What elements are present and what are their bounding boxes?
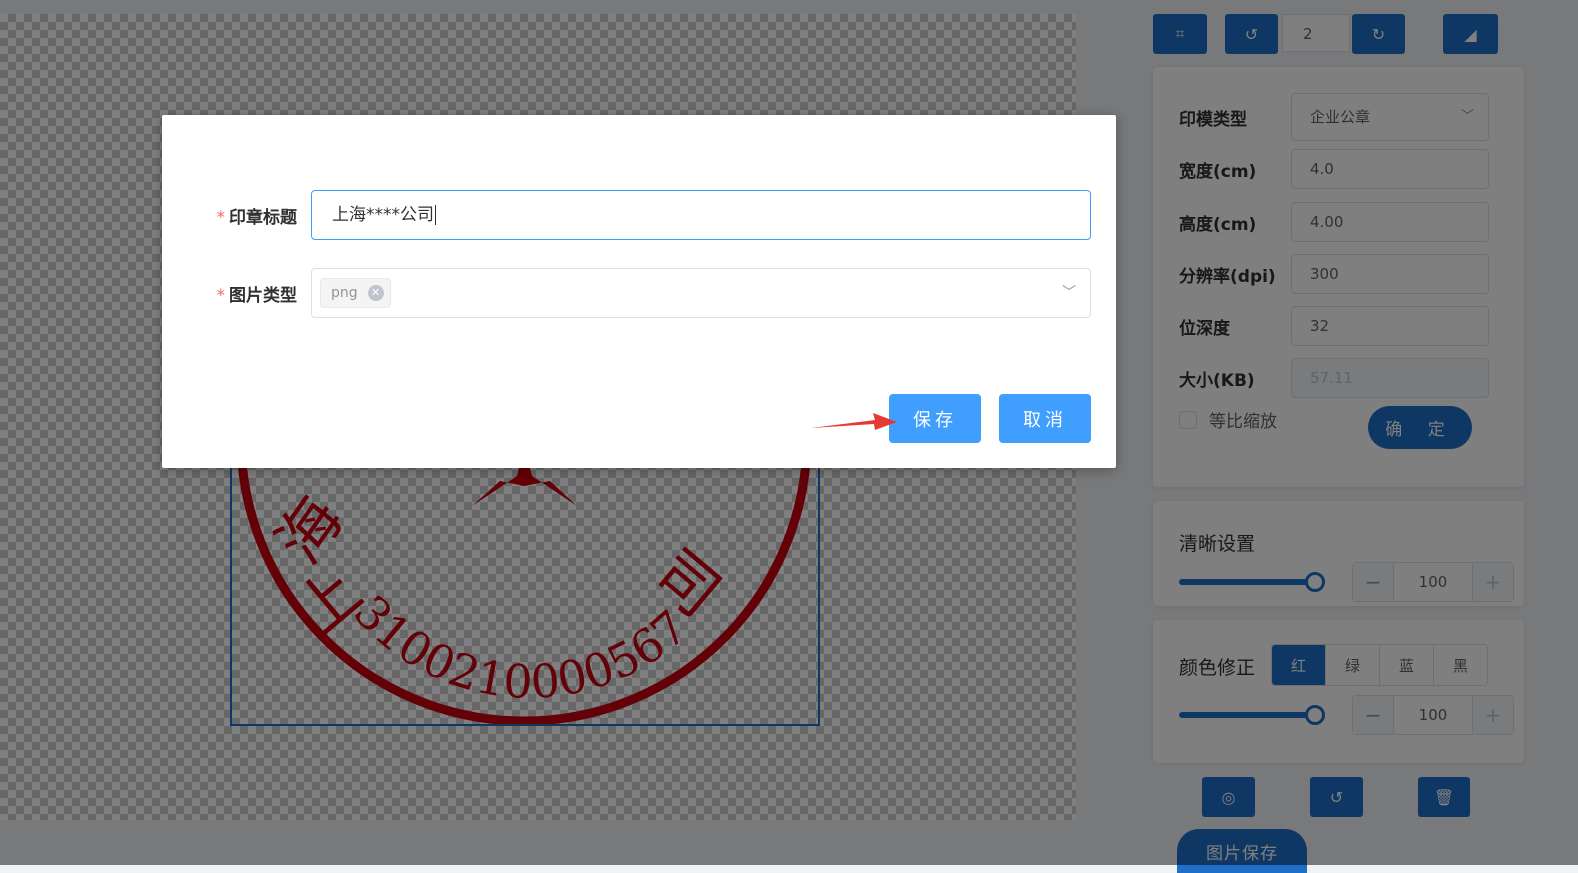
title-label: * 印章标题: [162, 203, 311, 228]
stamp-title-input[interactable]: 上海****公司: [311, 190, 1091, 240]
image-type-tag-text: png: [331, 285, 358, 301]
annotation-arrow: [811, 413, 897, 430]
title-label-text: 印章标题: [229, 207, 297, 228]
form-row-type: * 图片类型 png ✕ ﹀: [162, 268, 1116, 318]
save-dialog: * 印章标题 上海****公司 * 图片类型 png ✕ ﹀ 保存 取消: [162, 115, 1116, 468]
required-mark: *: [216, 285, 226, 306]
cancel-button[interactable]: 取消: [999, 394, 1091, 443]
image-type-select[interactable]: png ✕ ﹀: [311, 268, 1091, 318]
stamp-title-value: 上海****公司: [332, 205, 434, 225]
type-label-text: 图片类型: [229, 285, 297, 306]
required-mark: *: [216, 207, 226, 228]
text-caret: [435, 205, 436, 225]
close-icon[interactable]: ✕: [367, 285, 384, 301]
chevron-down-icon: ﹀: [1062, 285, 1076, 301]
type-label: * 图片类型: [162, 281, 311, 306]
save-button[interactable]: 保存: [889, 394, 981, 443]
form-row-title: * 印章标题 上海****公司: [162, 190, 1116, 240]
image-type-tag: png ✕: [320, 278, 391, 308]
